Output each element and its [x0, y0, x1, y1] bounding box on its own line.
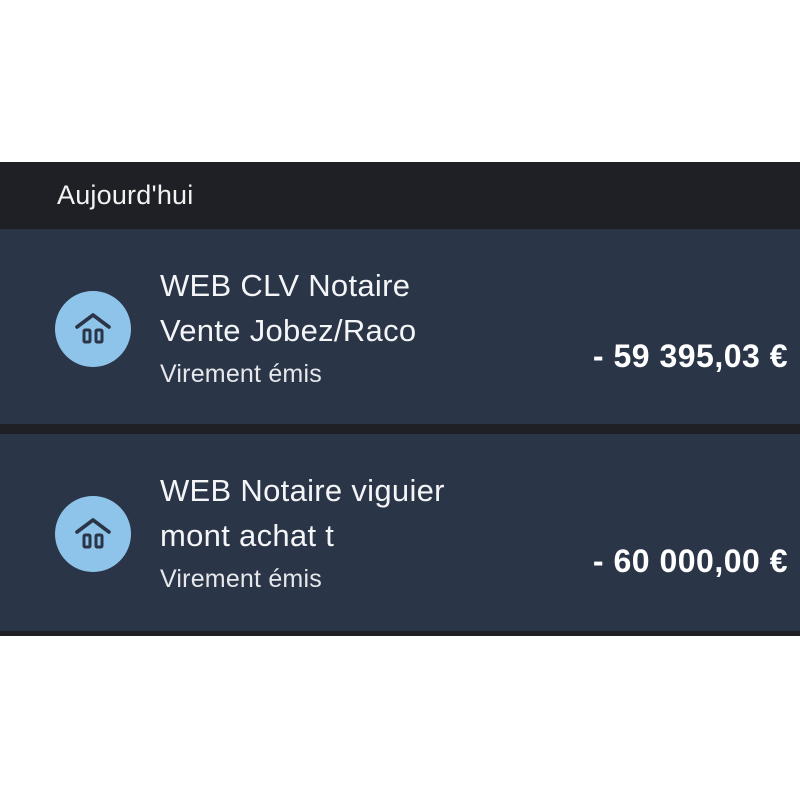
- page: Aujourd'hui WEB CLV Notaire Vente Jobez/…: [0, 0, 800, 800]
- section-header-today: Aujourd'hui: [0, 162, 800, 229]
- transaction-row[interactable]: WEB Notaire viguier mont achat t Viremen…: [0, 434, 800, 631]
- row-divider: [0, 424, 800, 426]
- home-icon: [55, 496, 131, 572]
- transaction-amount: - 60 000,00 €: [592, 543, 788, 579]
- transaction-details: WEB Notaire viguier mont achat t Viremen…: [160, 468, 445, 596]
- transaction-label-line1: WEB Notaire viguier: [160, 473, 445, 508]
- transaction-details: WEB CLV Notaire Vente Jobez/Raco Viremen…: [160, 263, 416, 391]
- transaction-label-line1: WEB CLV Notaire: [160, 268, 411, 303]
- transaction-amount: - 59 395,03 €: [592, 338, 788, 374]
- home-icon: [55, 291, 131, 367]
- transaction-row[interactable]: WEB CLV Notaire Vente Jobez/Raco Viremen…: [0, 229, 800, 426]
- transactions-panel: Aujourd'hui WEB CLV Notaire Vente Jobez/…: [0, 162, 800, 636]
- section-title: Aujourd'hui: [57, 180, 194, 210]
- transaction-label-line2: mont achat t: [160, 518, 335, 553]
- transaction-type: Virement émis: [160, 360, 322, 388]
- transaction-type: Virement émis: [160, 565, 322, 593]
- transaction-label-line2: Vente Jobez/Raco: [160, 313, 417, 348]
